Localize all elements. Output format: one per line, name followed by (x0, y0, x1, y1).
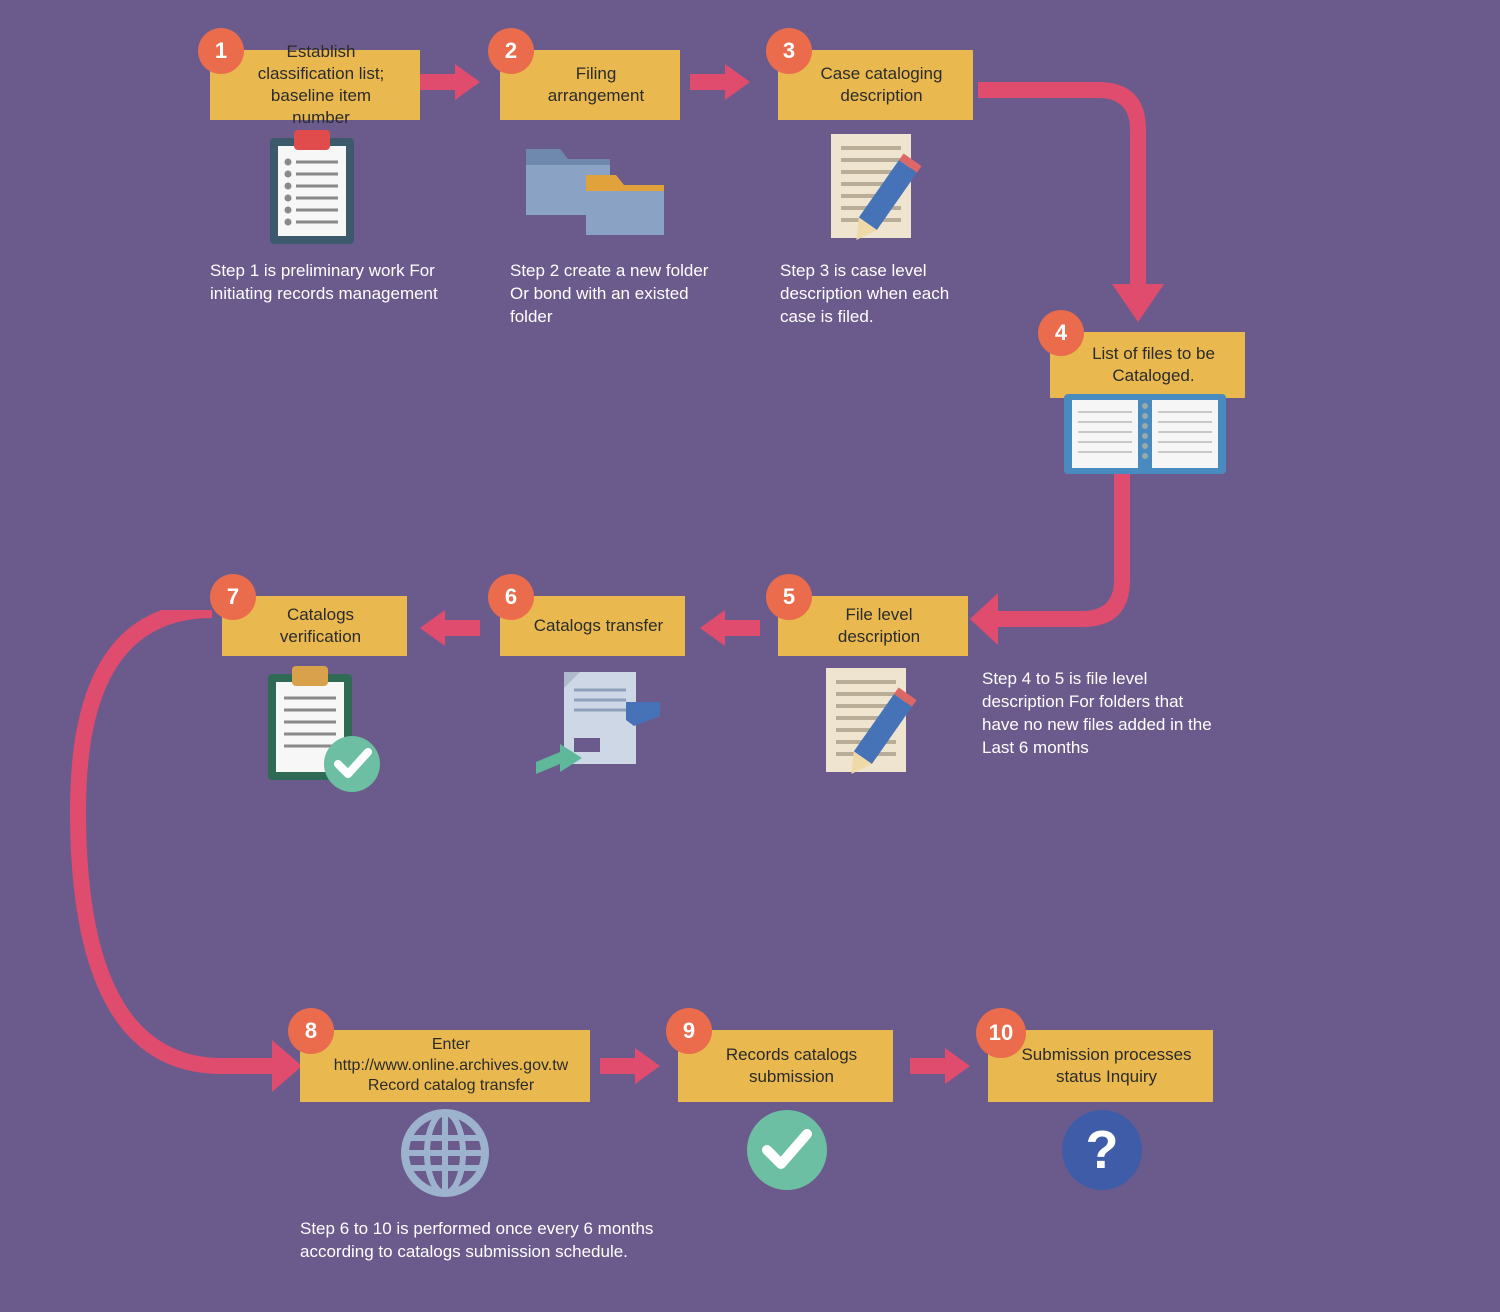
step-3-box: 3 Case cataloging description (778, 50, 973, 120)
step-6-title: Catalogs transfer (534, 615, 663, 637)
transfer-icon (530, 666, 670, 791)
step-1-number: 1 (198, 28, 244, 74)
notebook-icon (1060, 390, 1230, 485)
step-4-number: 4 (1038, 310, 1084, 356)
question-circle-icon: ? (1060, 1108, 1144, 1197)
document-pencil-icon-2 (820, 664, 940, 784)
step-6-box: 6 Catalogs transfer (500, 596, 685, 656)
step-5-number: 5 (766, 574, 812, 620)
step-3-number: 3 (766, 28, 812, 74)
step-9-title: Records catalogs submission (708, 1044, 875, 1088)
step-10-title: Submission processes status Inquiry (1018, 1044, 1195, 1088)
step-6-number: 6 (488, 574, 534, 620)
folders-icon (520, 135, 670, 250)
arrow-1-2 (420, 64, 480, 105)
arrow-2-3 (690, 64, 750, 105)
arrow-9-10 (910, 1048, 970, 1089)
arrow-4-5 (970, 455, 1170, 665)
step-5-desc: Step 4 to 5 is file level description Fo… (982, 668, 1222, 760)
step-2-box: 2 Filing arrangement (500, 50, 680, 120)
step-1-desc: Step 1 is preliminary work For initiatin… (210, 260, 450, 306)
step-2-title: Filing arrangement (530, 63, 662, 107)
step-4-title: List of files to be Cataloged. (1080, 343, 1227, 387)
step-8-number: 8 (288, 1008, 334, 1054)
svg-text:?: ? (1086, 1120, 1119, 1180)
step-8-box: 8 Enter http://www.online.archives.gov.t… (300, 1030, 590, 1102)
clipboard-check-icon (260, 664, 390, 799)
step-2-number: 2 (488, 28, 534, 74)
step-9-box: 9 Records catalogs submission (678, 1030, 893, 1102)
step-7-box: 7 Catalogs verification (222, 596, 407, 656)
document-pencil-icon (825, 130, 945, 250)
step-3-title: Case cataloging description (808, 63, 955, 107)
arrow-5-6 (700, 610, 760, 651)
arrow-3-4 (978, 64, 1178, 329)
step-3-desc: Step 3 is case level description when ea… (780, 260, 980, 329)
step-10-box: 10 Submission processes status Inquiry (988, 1030, 1213, 1102)
step-5-box: 5 File level description (778, 596, 968, 656)
step-9-number: 9 (666, 1008, 712, 1054)
check-circle-icon (745, 1108, 829, 1197)
step-1-title: Establish classification list; baseline … (240, 41, 402, 129)
step-7-number: 7 (210, 574, 256, 620)
arrow-8-9 (600, 1048, 660, 1089)
globe-icon (400, 1108, 490, 1203)
step-5-title: File level description (808, 604, 950, 648)
step-4-box: 4 List of files to be Cataloged. (1050, 332, 1245, 398)
step-8-desc: Step 6 to 10 is performed once every 6 m… (300, 1218, 660, 1264)
clipboard-icon (262, 128, 362, 253)
step-10-number: 10 (976, 1008, 1026, 1058)
arrow-6-7 (420, 610, 480, 651)
step-2-desc: Step 2 create a new folder Or bond with … (510, 260, 710, 329)
step-7-title: Catalogs verification (252, 604, 389, 648)
step-8-title: Enter http://www.online.archives.gov.tw … (330, 1035, 572, 1097)
step-1-box: 1 Establish classification list; baselin… (210, 50, 420, 120)
